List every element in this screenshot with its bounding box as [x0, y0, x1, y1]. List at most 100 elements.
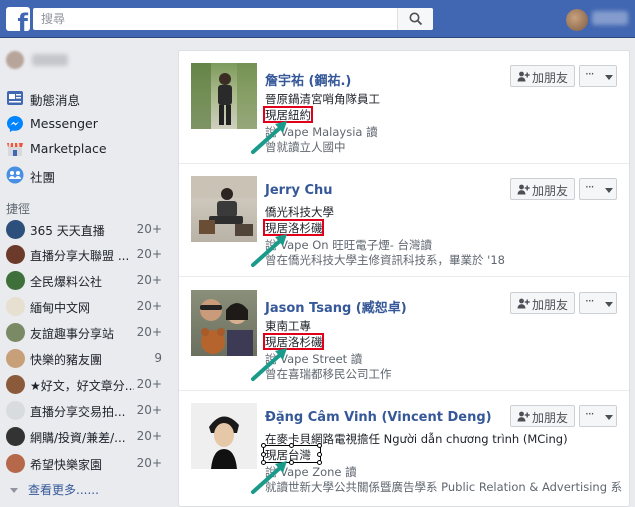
add-friend-icon [517, 411, 530, 422]
add-friend-label: 加朋友 [532, 184, 569, 198]
group-avatar [6, 427, 25, 446]
shortcut-label: 365 天天直播 [30, 224, 105, 238]
people-you-may-know-list: 詹宇祐 (鋼祐.) 晉原鍋清宮哨角隊員工 現居紐約 說 Vape Malaysi… [178, 50, 630, 507]
chevron-down-icon [10, 488, 18, 493]
add-friend-button[interactable]: 加朋友 [510, 65, 575, 87]
shortcut-item[interactable]: 快樂的豬友團 9 [6, 348, 166, 370]
chevron-down-icon [605, 188, 613, 193]
more-options-button[interactable]: ··· [579, 65, 617, 87]
sidebar-item-label: 動態消息 [30, 93, 81, 108]
shortcut-count: 20+ [136, 247, 162, 261]
add-friend-label: 加朋友 [532, 411, 569, 425]
shortcut-count: 20+ [136, 222, 162, 236]
search-input[interactable] [33, 8, 398, 30]
add-friend-label: 加朋友 [532, 71, 569, 85]
profile-name-blurred[interactable] [592, 11, 628, 25]
sidebar-item-label: 社團 [30, 170, 56, 185]
chevron-down-icon [605, 415, 613, 420]
shortcut-item[interactable]: ★好文，好文章分... 20+ [6, 374, 166, 396]
group-avatar [6, 401, 25, 420]
group-avatar [6, 220, 25, 239]
add-friend-button[interactable]: 加朋友 [510, 405, 575, 427]
see-more-link[interactable]: 查看更多...... [10, 481, 99, 498]
shortcut-count: 20+ [136, 273, 162, 287]
annotation-arrow-icon [251, 348, 287, 381]
chevron-down-icon [605, 302, 613, 307]
friend-suggestion-card: Jason Tsang (臧恕卓) 東南工專 現居洛杉磯 說 Vape Stre… [179, 278, 629, 391]
add-friend-button[interactable]: 加朋友 [510, 292, 575, 314]
avatar [6, 51, 24, 69]
annotation-arrow-icon [251, 234, 287, 267]
shortcut-count: 20+ [136, 377, 162, 391]
search-box [33, 8, 433, 30]
left-sidebar: 動態消息 Messenger Marketplace 社團 捷徑 365 天天直… [0, 38, 170, 507]
shortcut-label: 快樂的豬友團 [30, 353, 103, 367]
shortcut-count: 20+ [136, 325, 162, 339]
sidebar-profile[interactable] [6, 51, 166, 69]
groups-icon [6, 166, 24, 184]
shortcut-item[interactable]: 全民爆料公社 20+ [6, 270, 166, 292]
search-button[interactable] [397, 8, 433, 30]
add-friend-icon [517, 184, 530, 195]
shortcut-label: 全民爆料公社 [30, 275, 103, 289]
group-avatar [6, 297, 25, 316]
shortcut-label: 網購/投資/兼差/... [30, 431, 126, 445]
person-name[interactable]: Jason Tsang (臧恕卓) [265, 297, 407, 316]
friend-suggestion-card: Jerry Chu 僑光科技大學 現居洛杉磯 說 Vape On 旺旺電子煙- … [179, 164, 629, 277]
shortcut-item[interactable]: 友誼趣事分享站 20+ [6, 322, 166, 344]
education-info: 就讀世新大學公共關係暨廣告學系 Public Relation & Advert… [265, 480, 623, 494]
shortcut-label: 直播分享交易拍... [30, 405, 126, 419]
person-name[interactable]: 詹宇祐 (鋼祐.) [265, 70, 351, 89]
group-avatar [6, 245, 25, 264]
sidebar-item-label: Marketplace [30, 141, 107, 156]
shortcut-count: 20+ [136, 299, 162, 313]
sidebar-item-news-feed[interactable]: 動態消息 [6, 87, 166, 109]
more-dots-icon: ··· [585, 180, 595, 194]
more-dots-icon: ··· [585, 407, 595, 421]
education-info: 曾在僑光科技大學主修資訊科技系，畢業於 '18 [265, 253, 505, 267]
shortcut-count: 9 [154, 351, 162, 365]
shortcut-label: 直播分享大聯盟 ... [30, 249, 130, 263]
add-friend-label: 加朋友 [532, 298, 569, 312]
person-name[interactable]: Đặng Câm Vinh (Vincent Deng) [265, 410, 492, 425]
person-name[interactable]: Jerry Chu [265, 183, 333, 198]
shortcut-count: 20+ [136, 429, 162, 443]
profile-name-blurred [32, 54, 68, 66]
sidebar-item-marketplace[interactable]: Marketplace [6, 138, 166, 160]
add-friend-button[interactable]: 加朋友 [510, 178, 575, 200]
friend-suggestion-card: 詹宇祐 (鋼祐.) 晉原鍋清宮哨角隊員工 現居紐約 說 Vape Malaysi… [179, 51, 629, 164]
more-options-button[interactable]: ··· [579, 178, 617, 200]
work-info: 晉原鍋清宮哨角隊員工 [265, 92, 380, 106]
shortcuts-heading: 捷徑 [6, 202, 31, 216]
shortcut-label: 友誼趣事分享站 [30, 327, 115, 341]
shortcut-label: 緬甸中文网 [30, 301, 91, 315]
shortcut-item[interactable]: 直播分享大聯盟 ... 20+ [6, 244, 166, 266]
group-avatar [6, 349, 25, 368]
friend-suggestion-card: Đặng Câm Vinh (Vincent Deng) 在麥卡貝網路電視擔任 … [179, 391, 629, 504]
shortcut-item[interactable]: 希望快樂家園 20+ [6, 453, 166, 475]
news-feed-icon [7, 91, 23, 105]
sidebar-item-groups[interactable]: 社團 [6, 164, 166, 186]
shortcut-item[interactable]: 網購/投資/兼差/... 20+ [6, 426, 166, 448]
add-friend-icon [517, 298, 530, 309]
see-more-label: 查看更多...... [28, 483, 99, 497]
annotation-arrow-icon [251, 461, 287, 494]
annotation-arrow-icon [251, 121, 287, 154]
shortcut-count: 20+ [136, 456, 162, 470]
more-dots-icon: ··· [585, 67, 595, 81]
shortcut-label: 希望快樂家園 [30, 458, 103, 472]
shortcut-item[interactable]: 緬甸中文网 20+ [6, 296, 166, 318]
more-options-button[interactable]: ··· [579, 292, 617, 314]
more-dots-icon: ··· [585, 294, 595, 308]
facebook-logo-icon[interactable]: f [6, 7, 30, 31]
more-options-button[interactable]: ··· [579, 405, 617, 427]
profile-avatar[interactable] [566, 9, 588, 31]
add-friend-icon [517, 71, 530, 82]
shortcut-label: ★好文，好文章分... [30, 379, 134, 393]
group-avatar [6, 454, 25, 473]
sidebar-item-messenger[interactable]: Messenger [6, 113, 166, 135]
group-avatar [6, 271, 25, 290]
work-info: 僑光科技大學 [265, 205, 334, 219]
shortcut-item[interactable]: 直播分享交易拍... 20+ [6, 400, 166, 422]
shortcut-item[interactable]: 365 天天直播 20+ [6, 219, 166, 241]
